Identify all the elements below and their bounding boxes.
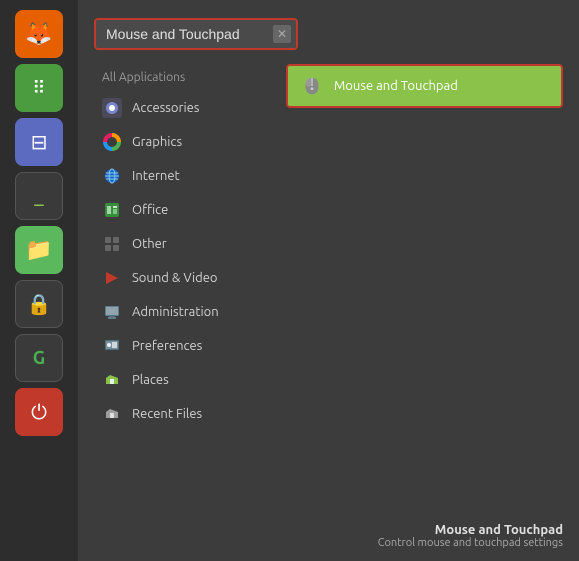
mouse-touchpad-icon — [300, 74, 324, 98]
recent-files-icon — [102, 404, 122, 424]
sound-video-icon — [102, 268, 122, 288]
other-icon — [102, 234, 122, 254]
category-other[interactable]: Other — [94, 227, 274, 261]
categories-sidebar: All Applications Accessories — [94, 64, 274, 561]
sound-video-label: Sound & Video — [132, 271, 218, 285]
category-recent-files[interactable]: Recent Files — [94, 397, 274, 431]
bottom-description: Mouse and Touchpad Control mouse and tou… — [378, 523, 563, 549]
taskbar-icon-files[interactable]: 📁 — [15, 226, 63, 274]
taskbar-icon-terminal[interactable]: _ — [15, 172, 63, 220]
power-icon: ⏻ — [31, 400, 47, 424]
graphics-label: Graphics — [132, 135, 182, 149]
accessories-label: Accessories — [132, 101, 199, 115]
places-label: Places — [132, 373, 169, 387]
results-area: Mouse and Touchpad — [274, 64, 563, 561]
internet-label: Internet — [132, 169, 180, 183]
other-label: Other — [132, 237, 167, 251]
result-mouse-touchpad-label: Mouse and Touchpad — [334, 79, 458, 93]
taskbar-icon-appgrid[interactable]: ⠿ — [15, 64, 63, 112]
lock-icon: 🔒 — [27, 292, 52, 316]
office-label: Office — [132, 203, 168, 217]
administration-icon — [102, 302, 122, 322]
category-preferences[interactable]: Preferences — [94, 329, 274, 363]
search-input[interactable] — [96, 20, 296, 48]
preferences-icon — [102, 336, 122, 356]
content-area: All Applications Accessories — [94, 64, 563, 561]
bottom-app-name: Mouse and Touchpad — [378, 523, 563, 537]
category-places[interactable]: Places — [94, 363, 274, 397]
all-applications-label: All Applications — [102, 71, 185, 84]
taskbar-icon-uitool[interactable]: ⊟ — [15, 118, 63, 166]
grammarly-icon: G — [33, 348, 45, 368]
taskbar-icon-power[interactable]: ⏻ — [15, 388, 63, 436]
taskbar-icon-grammarly[interactable]: G — [15, 334, 63, 382]
category-graphics[interactable]: Graphics — [94, 125, 274, 159]
office-icon — [102, 200, 122, 220]
appgrid-icon: ⠿ — [32, 78, 45, 99]
category-accessories[interactable]: Accessories — [94, 91, 274, 125]
preferences-label: Preferences — [132, 339, 202, 353]
all-applications-header[interactable]: All Applications — [94, 64, 274, 91]
taskbar-icon-lock[interactable]: 🔒 — [15, 280, 63, 328]
administration-label: Administration — [132, 305, 219, 319]
search-bar: ✕ — [94, 18, 563, 50]
main-area: ✕ All Applications Accessories — [78, 0, 579, 561]
firefox-icon: 🦊 — [25, 21, 52, 47]
taskbar-icon-firefox[interactable]: 🦊 — [15, 10, 63, 58]
search-clear-button[interactable]: ✕ — [273, 25, 291, 43]
taskbar: 🦊 ⠿ ⊟ _ 📁 🔒 G ⏻ — [0, 0, 78, 561]
uitool-icon: ⊟ — [31, 130, 48, 154]
category-office[interactable]: Office — [94, 193, 274, 227]
search-input-wrapper: ✕ — [94, 18, 298, 50]
terminal-icon: _ — [34, 187, 44, 206]
accessories-icon — [102, 98, 122, 118]
category-sound-video[interactable]: Sound & Video — [94, 261, 274, 295]
places-icon — [102, 370, 122, 390]
graphics-icon — [102, 132, 122, 152]
folder-icon: 📁 — [25, 237, 52, 263]
result-mouse-touchpad[interactable]: Mouse and Touchpad — [286, 64, 563, 108]
category-administration[interactable]: Administration — [94, 295, 274, 329]
internet-icon — [102, 166, 122, 186]
recent-files-label: Recent Files — [132, 407, 202, 421]
category-internet[interactable]: Internet — [94, 159, 274, 193]
clear-icon: ✕ — [277, 27, 287, 41]
bottom-app-desc: Control mouse and touchpad settings — [378, 537, 563, 549]
